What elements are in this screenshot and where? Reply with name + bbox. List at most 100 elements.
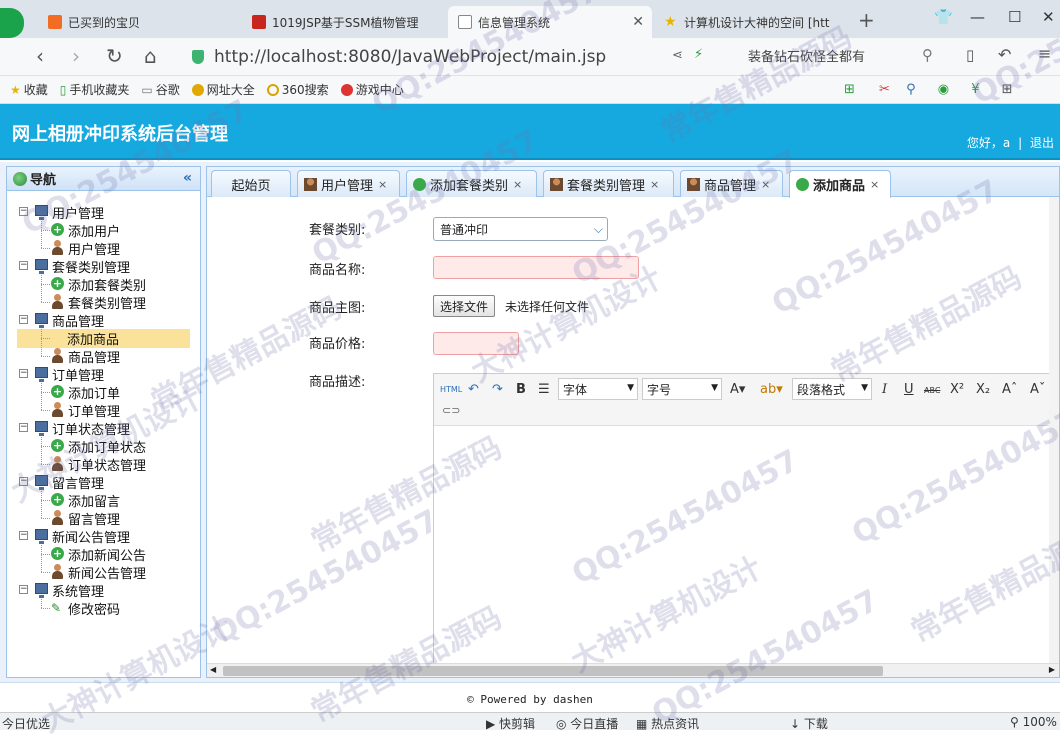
- status-live[interactable]: ◎ 今日直播: [556, 715, 618, 732]
- nav-item[interactable]: + 添加订单状态: [7, 437, 200, 456]
- product-name-input[interactable]: [433, 256, 639, 279]
- collapse-toggle-icon[interactable]: −: [19, 207, 28, 216]
- nav-item[interactable]: 订单管理: [7, 401, 200, 420]
- tab-add-category[interactable]: 添加套餐类别 ×: [406, 170, 537, 197]
- strikethrough-button[interactable]: ABC: [924, 386, 940, 395]
- close-window-button[interactable]: ✕: [1042, 8, 1055, 26]
- html-button[interactable]: HTML: [440, 385, 462, 394]
- collapse-toggle-icon[interactable]: −: [19, 531, 28, 540]
- nav-group[interactable]: − 套餐类别管理: [7, 257, 200, 276]
- italic-button[interactable]: I: [882, 382, 887, 397]
- zoom-level[interactable]: ⚲ 100%: [1010, 715, 1057, 729]
- bookmark-360[interactable]: 360搜索: [266, 81, 329, 98]
- undo-icon[interactable]: ↶: [998, 45, 1011, 64]
- superscript-icon[interactable]: X²: [950, 382, 964, 397]
- search-input[interactable]: 装备钻石砍怪全都有: [748, 46, 865, 65]
- bookmark-games[interactable]: 游戏中心: [340, 81, 404, 98]
- phone-icon[interactable]: ▯: [966, 46, 974, 64]
- close-icon[interactable]: ×: [870, 178, 879, 191]
- money-icon[interactable]: ¥: [971, 82, 979, 97]
- font-shrink-icon[interactable]: Aˇ: [1030, 382, 1045, 397]
- close-icon[interactable]: ×: [650, 178, 659, 191]
- minimize-button[interactable]: —: [970, 8, 985, 26]
- bookmark-google[interactable]: ▭ 谷歌: [141, 81, 179, 98]
- nav-item[interactable]: ✎ 修改密码: [7, 599, 200, 618]
- bookmark-mobile[interactable]: ▯ 手机收藏夹: [60, 81, 130, 98]
- shirt-icon[interactable]: 👕: [934, 8, 953, 26]
- nav-group[interactable]: − 用户管理: [7, 203, 200, 222]
- bookmark-nav[interactable]: 网址大全: [191, 81, 255, 98]
- collapse-icon[interactable]: «: [183, 170, 192, 186]
- nav-item[interactable]: + 添加订单: [7, 383, 200, 402]
- highlight-icon[interactable]: ab▾: [760, 382, 783, 397]
- scroll-right-icon[interactable]: ▶: [1049, 665, 1055, 674]
- nav-item[interactable]: + 添加新闻公告: [7, 545, 200, 564]
- vertical-scrollbar[interactable]: [1049, 197, 1059, 663]
- tab-add-product[interactable]: 添加商品 ×: [789, 170, 891, 198]
- font-size-select[interactable]: 字号 ▼: [642, 378, 722, 400]
- collapse-toggle-icon[interactable]: −: [19, 423, 28, 432]
- collapse-toggle-icon[interactable]: −: [19, 315, 28, 324]
- collapse-toggle-icon[interactable]: −: [19, 585, 28, 594]
- new-tab-button[interactable]: +: [858, 8, 875, 32]
- forward-icon[interactable]: ›: [72, 44, 80, 68]
- tab-product-manage[interactable]: 商品管理 ×: [680, 170, 783, 197]
- align-icon[interactable]: ☰: [538, 382, 550, 397]
- nav-item[interactable]: 新闻公告管理: [7, 563, 200, 582]
- nav-item[interactable]: 留言管理: [7, 509, 200, 528]
- nav-group[interactable]: − 订单管理: [7, 365, 200, 384]
- undo-icon[interactable]: ↶: [468, 382, 479, 397]
- scroll-thumb[interactable]: [223, 666, 883, 676]
- font-grow-icon[interactable]: Aˆ: [1002, 382, 1017, 397]
- tab-user-manage[interactable]: 用户管理 ×: [297, 170, 400, 197]
- nav-item[interactable]: 套餐类别管理: [7, 293, 200, 312]
- nav-item[interactable]: +添加商品: [7, 328, 200, 348]
- browser-tab-space[interactable]: ★ 计算机设计大神的空间 [htt: [654, 6, 854, 38]
- tab-home[interactable]: 起始页: [211, 170, 291, 197]
- url-input[interactable]: http://localhost:8080/JavaWebProject/mai…: [186, 43, 661, 71]
- status-left[interactable]: 今日优选: [2, 715, 50, 732]
- browser-tab-active[interactable]: 信息管理系统 ✕: [448, 6, 652, 38]
- subscript-icon[interactable]: X₂: [976, 382, 990, 397]
- nav-item[interactable]: 订单状态管理: [7, 455, 200, 474]
- status-kuaijianji[interactable]: ▶ 快剪辑: [486, 715, 535, 732]
- font-color-icon[interactable]: A▾: [730, 382, 745, 397]
- nav-group[interactable]: − 留言管理: [7, 473, 200, 492]
- close-icon[interactable]: ✕: [632, 14, 644, 30]
- nav-item[interactable]: + 添加留言: [7, 491, 200, 510]
- redo-icon[interactable]: ↷: [492, 382, 503, 397]
- scissors-icon[interactable]: ✂: [879, 82, 890, 97]
- nav-item[interactable]: 商品管理: [7, 347, 200, 366]
- home-icon[interactable]: ⌂: [144, 44, 157, 68]
- nav-item[interactable]: 用户管理: [7, 239, 200, 258]
- nav-group[interactable]: − 商品管理: [7, 311, 200, 330]
- status-download[interactable]: ↓ 下载: [790, 715, 828, 732]
- close-icon[interactable]: ×: [761, 178, 770, 191]
- apps-icon[interactable]: ⊞: [1002, 82, 1013, 97]
- choose-file-button[interactable]: 选择文件: [433, 295, 496, 317]
- nav-group[interactable]: − 订单状态管理: [7, 419, 200, 438]
- browser-tab-taobao[interactable]: 已买到的宝贝: [38, 6, 238, 38]
- underline-button[interactable]: U: [904, 382, 914, 397]
- collapse-toggle-icon[interactable]: −: [19, 477, 28, 486]
- close-icon[interactable]: ×: [513, 178, 522, 191]
- back-icon[interactable]: ‹: [36, 44, 44, 68]
- menu-icon[interactable]: ≡: [1038, 44, 1051, 63]
- browser-tab-ssm[interactable]: 1019JSP基于SSM植物管理: [242, 6, 442, 38]
- bookmark-favorites[interactable]: ★ 收藏: [10, 81, 48, 98]
- nav-item[interactable]: + 添加用户: [7, 221, 200, 240]
- horizontal-scrollbar[interactable]: ◀ ▶: [207, 663, 1059, 677]
- close-icon[interactable]: ×: [378, 178, 387, 191]
- extension-icon[interactable]: ⊞: [844, 82, 855, 97]
- logout-link[interactable]: 退出: [1030, 136, 1054, 150]
- collapse-toggle-icon[interactable]: −: [19, 369, 28, 378]
- status-news[interactable]: ▦ 热点资讯: [636, 715, 699, 732]
- lightning-icon[interactable]: ⚡: [694, 47, 703, 62]
- category-select[interactable]: 普通冲印 ⌵: [433, 217, 608, 241]
- nav-item[interactable]: + 添加套餐类别: [7, 275, 200, 294]
- nav-group[interactable]: − 新闻公告管理: [7, 527, 200, 546]
- price-input[interactable]: [433, 332, 519, 355]
- nav-group[interactable]: − 系统管理: [7, 581, 200, 600]
- paragraph-select[interactable]: 段落格式 ▼: [792, 378, 872, 400]
- maximize-button[interactable]: ☐: [1008, 8, 1021, 26]
